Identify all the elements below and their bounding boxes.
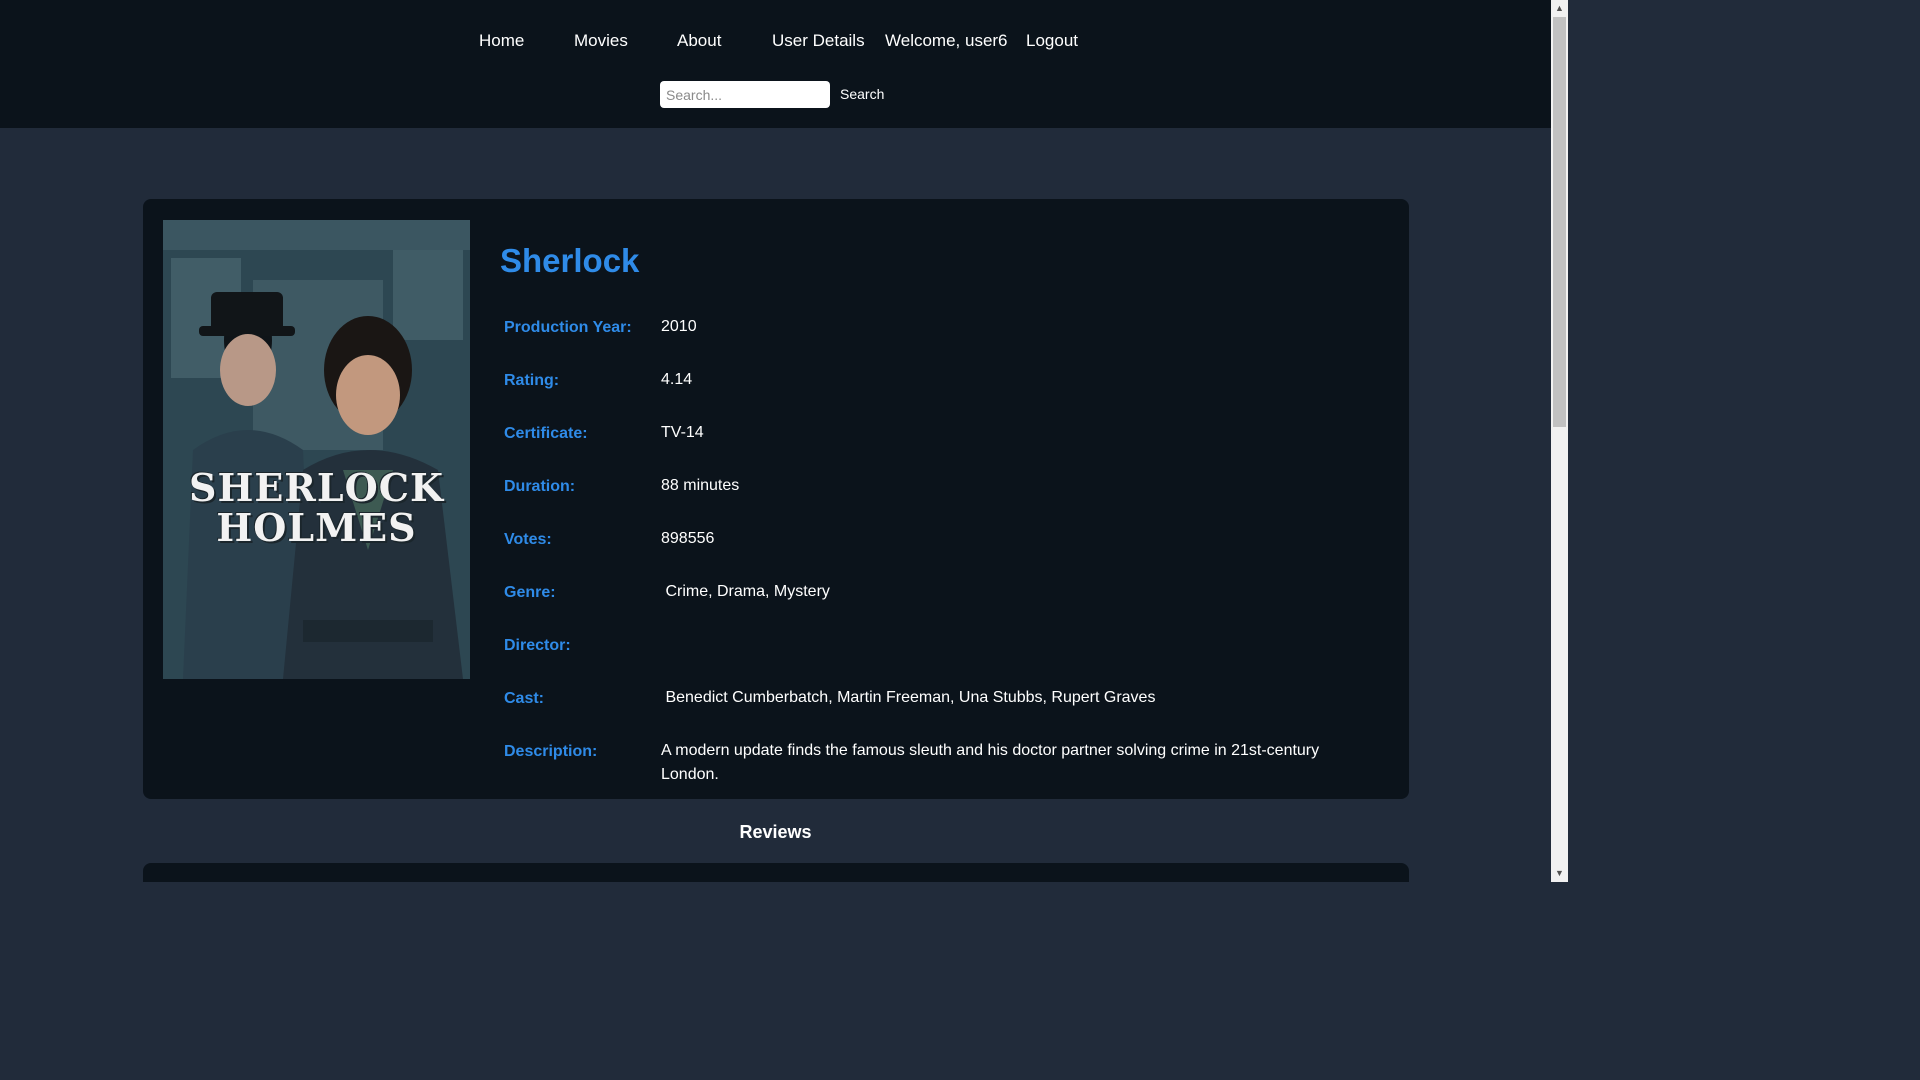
reviews-heading: Reviews (739, 822, 812, 842)
top-header: Home Movies About User Details Welcome, … (0, 0, 1551, 128)
certificate-value: TV-14 (661, 424, 704, 441)
production-year-value: 2010 (661, 318, 697, 335)
duration-label: Duration: (504, 478, 576, 495)
nav-welcome-user-link[interactable]: Welcome, user6 (885, 30, 1008, 52)
genre-value: Crime, Drama, Mystery (661, 583, 830, 600)
certificate-label: Certificate: (504, 425, 588, 442)
movie-poster: SHERLOCK HOLMES (163, 220, 470, 679)
nav-user-details-link[interactable]: User Details (772, 30, 865, 52)
scroll-thumb[interactable] (1553, 17, 1566, 427)
cast-value: Benedict Cumberbatch, Martin Freeman, Un… (661, 689, 1156, 706)
nav-logout-link[interactable]: Logout (1026, 30, 1078, 52)
director-label: Director: (504, 637, 571, 654)
search-button[interactable]: Search (836, 81, 888, 108)
description-value: A modern update finds the famous sleuth … (661, 742, 1320, 783)
search-input[interactable] (660, 81, 830, 108)
scroll-down-arrow-icon[interactable]: ▼ (1551, 865, 1568, 882)
description-label: Description: (504, 743, 598, 760)
nav-about-link[interactable]: About (677, 30, 721, 52)
poster-artwork (163, 220, 470, 679)
votes-label: Votes: (504, 531, 552, 548)
movie-title: Sherlock (500, 242, 640, 279)
movie-details-card: SHERLOCK HOLMES Sherlock Production Year… (143, 199, 1409, 799)
nav-movies-link[interactable]: Movies (574, 30, 628, 52)
rating-value: 4.14 (661, 371, 693, 388)
production-year-label: Production Year: (504, 319, 632, 336)
reviews-card (143, 863, 1409, 882)
genre-label: Genre: (504, 584, 556, 601)
nav-home-link[interactable]: Home (479, 30, 524, 52)
page-scrollbar[interactable]: ▲ ▼ (1551, 0, 1568, 882)
main-nav: Home Movies About User Details Welcome, … (0, 30, 1551, 52)
duration-value: 88 minutes (661, 477, 740, 494)
rating-label: Rating: (504, 372, 560, 389)
poster-title-text: SHERLOCK HOLMES (189, 465, 444, 550)
scroll-up-arrow-icon[interactable]: ▲ (1551, 0, 1568, 17)
votes-value: 898556 (661, 530, 715, 547)
page: Home Movies About User Details Welcome, … (0, 0, 1551, 882)
cast-label: Cast: (504, 690, 545, 707)
